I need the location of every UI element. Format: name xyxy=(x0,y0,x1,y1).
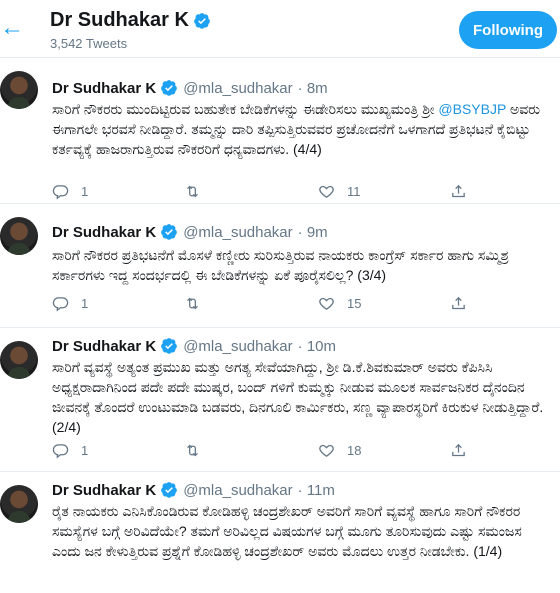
tweet-handle[interactable]: @mla_sudhakar xyxy=(183,338,292,355)
like-count: 15 xyxy=(347,296,362,311)
tweet-text-part: ಸಾರಿಗೆ ವ್ಯವಸ್ಥೆ ಅತ್ಯಂತ ಪ್ರಮುಖ ಮತ್ತು ಅಗತ್… xyxy=(52,359,544,435)
tweet-time[interactable]: · 10m xyxy=(298,338,336,355)
profile-header: ← Dr Sudhakar K 3,542 Tweets Following xyxy=(0,0,560,58)
tweet-handle[interactable]: @mla_sudhakar xyxy=(183,80,292,97)
avatar[interactable] xyxy=(0,341,38,379)
reply-icon xyxy=(52,444,69,459)
verified-badge-icon xyxy=(160,337,178,355)
tweet-item[interactable]: Dr Sudhakar K @mla_sudhakar · 11m ರೈತ ನಾ… xyxy=(0,473,560,593)
retweet-button[interactable] xyxy=(184,442,213,459)
share-icon xyxy=(452,296,465,310)
verified-badge-icon xyxy=(160,79,178,97)
tweet-author-name[interactable]: Dr Sudhakar K xyxy=(52,482,156,499)
tweet-text-part: ಸಾರಿಗೆ ನೌಕರರು ಮುಂದಿಟ್ಟಿರುವ ಬಹುತೇಕ ಬೇಡಿಕೆ… xyxy=(52,101,435,117)
retweet-icon xyxy=(187,444,198,457)
retweet-icon xyxy=(187,297,198,310)
reply-count: 1 xyxy=(81,443,89,458)
retweet-button[interactable] xyxy=(184,183,213,200)
share-icon xyxy=(452,184,465,198)
like-button[interactable]: 18 xyxy=(318,442,361,459)
tweet-count: 3,542 Tweets xyxy=(50,36,128,51)
heart-icon xyxy=(319,185,334,198)
profile-title: Dr Sudhakar K xyxy=(50,9,211,32)
share-icon xyxy=(452,443,465,457)
share-button[interactable] xyxy=(450,295,467,312)
tweet-header: Dr Sudhakar K @mla_sudhakar · 10m xyxy=(52,337,336,355)
tweet-text: ಸಾರಿಗೆ ವ್ಯವಸ್ಥೆ ಅತ್ಯಂತ ಪ್ರಮುಖ ಮತ್ತು ಅಗತ್… xyxy=(52,357,552,437)
tweet-header: Dr Sudhakar K @mla_sudhakar · 11m xyxy=(52,481,335,499)
tweet-time[interactable]: · 11m xyxy=(298,482,335,499)
avatar[interactable] xyxy=(0,217,38,255)
tweet-text-part: ಸಾರಿಗೆ ನೌಕರರ ಪ್ರತಿಭಟನೆಗೆ ಮೊಸಳೆ ಕಣ್ಣೀರು ಸ… xyxy=(52,247,509,283)
reply-icon xyxy=(52,185,69,200)
like-button[interactable]: 11 xyxy=(318,183,361,200)
reply-count: 1 xyxy=(81,296,89,311)
tweet-actions: 1 18 xyxy=(52,442,502,462)
tweet-header: Dr Sudhakar K @mla_sudhakar · 9m xyxy=(52,223,328,241)
back-arrow-icon[interactable]: ← xyxy=(0,14,24,42)
tweet-text: ಸಾರಿಗೆ ನೌಕರರು ಮುಂದಿಟ್ಟಿರುವ ಬಹುತೇಕ ಬೇಡಿಕೆ… xyxy=(52,99,552,159)
reply-button[interactable]: 1 xyxy=(52,295,88,312)
verified-badge-icon xyxy=(160,481,178,499)
verified-badge-icon xyxy=(160,223,178,241)
tweet-header: Dr Sudhakar K @mla_sudhakar · 8m xyxy=(52,79,328,97)
tweet-actions: 1 11 xyxy=(52,183,502,203)
avatar[interactable] xyxy=(0,71,38,109)
avatar[interactable] xyxy=(0,485,38,523)
verified-badge-icon xyxy=(193,12,211,30)
reply-icon xyxy=(52,297,69,312)
tweet-author-name[interactable]: Dr Sudhakar K xyxy=(52,80,156,97)
tweet-text: ರೈತ ನಾಯಕರು ಎನಿಸಿಕೊಂಡಿರುವ ಕೋಡಿಹಳ್ಳಿ ಚಂದ್ರ… xyxy=(52,501,552,561)
reply-button[interactable]: 1 xyxy=(52,442,88,459)
share-button[interactable] xyxy=(450,183,467,200)
tweet-actions: 1 15 xyxy=(52,295,502,315)
following-button[interactable]: Following xyxy=(459,11,557,49)
tweet-handle[interactable]: @mla_sudhakar xyxy=(183,482,292,499)
tweet-item[interactable]: Dr Sudhakar K @mla_sudhakar · 9m ಸಾರಿಗೆ … xyxy=(0,205,560,328)
tweet-item[interactable]: Dr Sudhakar K @mla_sudhakar · 8m ಸಾರಿಗೆ … xyxy=(0,59,560,204)
tweet-text-part: ರೈತ ನಾಯಕರು ಎನಿಸಿಕೊಂಡಿರುವ ಕೋಡಿಹಳ್ಳಿ ಚಂದ್ರ… xyxy=(52,503,522,559)
like-button[interactable]: 15 xyxy=(318,295,361,312)
mention-link[interactable]: @BSYBJP xyxy=(438,101,506,117)
tweet-text: ಸಾರಿಗೆ ನೌಕರರ ಪ್ರತಿಭಟನೆಗೆ ಮೊಸಳೆ ಕಣ್ಣೀರು ಸ… xyxy=(52,245,552,285)
tweet-author-name[interactable]: Dr Sudhakar K xyxy=(52,338,156,355)
retweet-button[interactable] xyxy=(184,295,213,312)
retweet-icon xyxy=(187,185,198,198)
tweet-item[interactable]: Dr Sudhakar K @mla_sudhakar · 10m ಸಾರಿಗೆ… xyxy=(0,329,560,472)
profile-name: Dr Sudhakar K xyxy=(50,9,189,31)
like-count: 11 xyxy=(347,184,361,199)
tweet-time[interactable]: · 9m xyxy=(298,224,328,241)
reply-button[interactable]: 1 xyxy=(52,183,88,200)
heart-icon xyxy=(319,297,334,310)
share-button[interactable] xyxy=(450,442,467,459)
tweet-author-name[interactable]: Dr Sudhakar K xyxy=(52,224,156,241)
tweet-handle[interactable]: @mla_sudhakar xyxy=(183,224,292,241)
tweet-time[interactable]: · 8m xyxy=(298,80,328,97)
reply-count: 1 xyxy=(81,184,89,199)
heart-icon xyxy=(319,444,334,457)
like-count: 18 xyxy=(347,443,362,458)
